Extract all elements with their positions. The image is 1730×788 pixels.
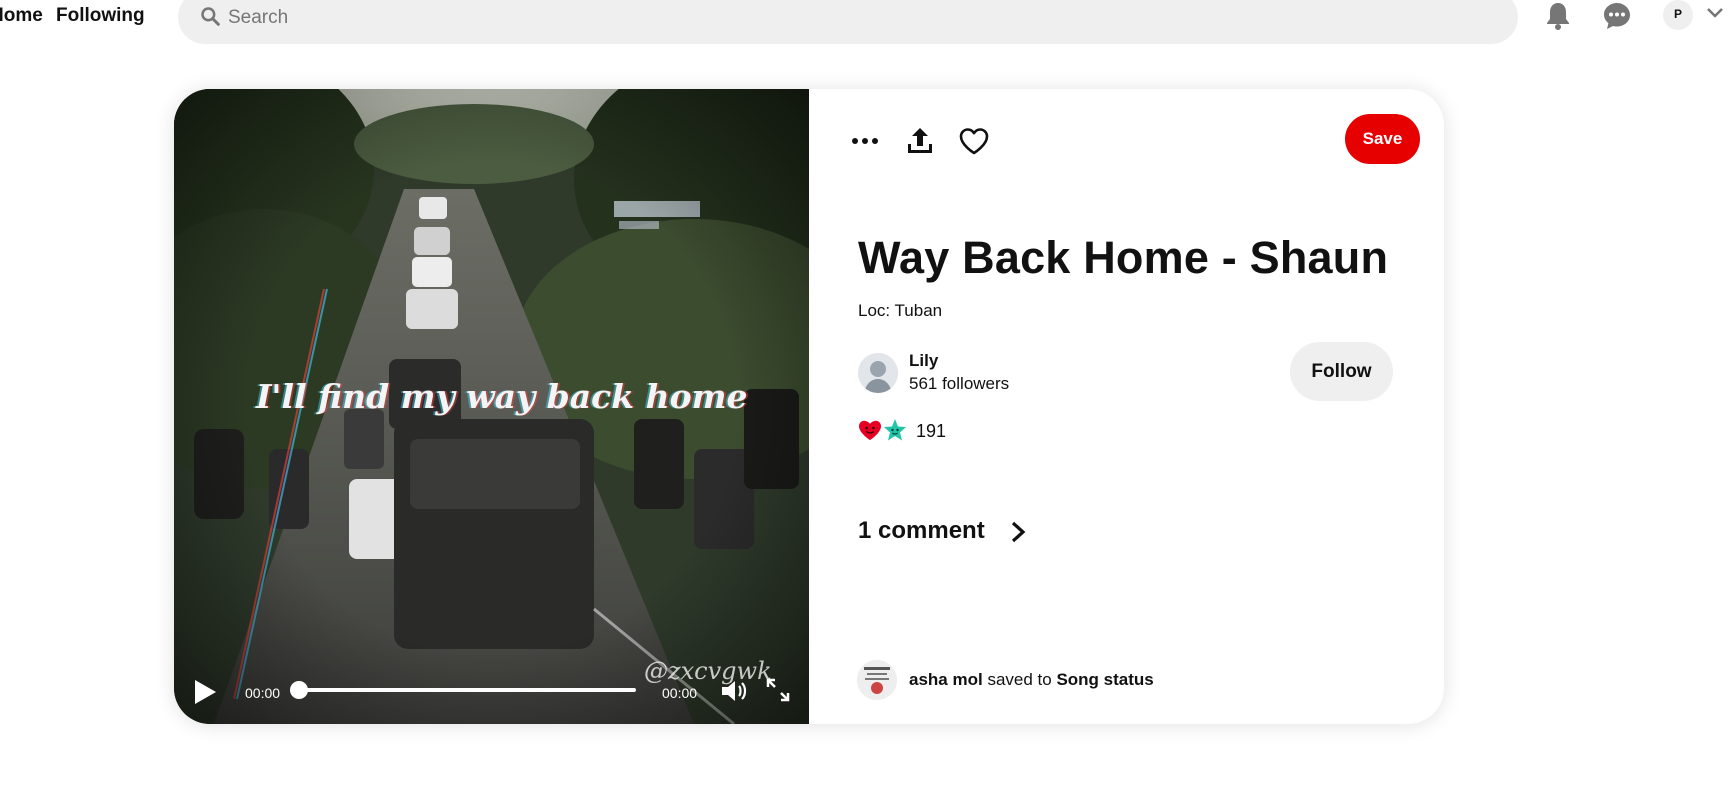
video-duration: 00:00 — [662, 685, 698, 701]
board-name[interactable]: Song status — [1056, 670, 1153, 689]
chat-icon[interactable] — [1601, 0, 1633, 32]
search-icon — [201, 7, 220, 26]
saved-to-text: saved to — [987, 670, 1052, 689]
creator-avatar[interactable] — [858, 353, 898, 393]
video-current-time: 00:00 — [245, 685, 281, 701]
video-progress-handle[interactable] — [290, 681, 308, 699]
top-bar: Home Following P — [0, 0, 1730, 52]
more-icon[interactable] — [849, 125, 881, 157]
chevron-right-icon — [1011, 521, 1026, 543]
video-controls: 00:00 00:00 — [174, 659, 809, 724]
pin-description: Loc: Tuban — [858, 301, 943, 320]
search-input[interactable] — [228, 6, 1428, 30]
search-bar[interactable] — [178, 0, 1518, 44]
saved-to-line: asha mol saved to Song status — [909, 670, 1154, 690]
heart-reaction-icon — [859, 420, 881, 440]
creator-followers: 561 followers — [909, 374, 1010, 393]
comments-label: 1 comment — [858, 517, 985, 544]
saver-name[interactable]: asha mol — [909, 670, 983, 689]
video-caption: I'll find my way back home — [256, 377, 748, 416]
pin-video[interactable]: I'll find my way back home @zxcvgwk 00:0… — [174, 89, 809, 724]
video-progress-bar[interactable] — [295, 688, 636, 692]
play-icon[interactable] — [192, 678, 218, 706]
chevron-down-icon[interactable] — [1706, 6, 1724, 20]
save-button[interactable]: Save — [1345, 114, 1420, 164]
volume-icon[interactable] — [720, 678, 748, 704]
nav-home-link[interactable]: Home — [0, 3, 43, 29]
nav-following-link[interactable]: Following — [56, 3, 145, 29]
profile-avatar[interactable]: P — [1663, 0, 1693, 30]
pin-details: Save Way Back Home - Shaun Loc: Tuban Li… — [809, 89, 1444, 724]
follow-button[interactable]: Follow — [1290, 342, 1393, 401]
saver-avatar[interactable] — [857, 660, 897, 700]
reaction-count: 191 — [916, 421, 947, 441]
saver-avatar-image — [857, 660, 897, 700]
pin-title: Way Back Home - Shaun — [858, 232, 1389, 283]
creator-avatar-image — [858, 353, 898, 393]
fullscreen-icon[interactable] — [765, 677, 791, 703]
bell-icon[interactable] — [1542, 0, 1574, 32]
creator-name[interactable]: Lily — [909, 351, 938, 371]
share-icon[interactable] — [904, 125, 936, 157]
heart-icon[interactable] — [958, 125, 990, 157]
pin-card: I'll find my way back home @zxcvgwk 00:0… — [174, 89, 1444, 724]
star-reaction-icon — [884, 419, 906, 441]
